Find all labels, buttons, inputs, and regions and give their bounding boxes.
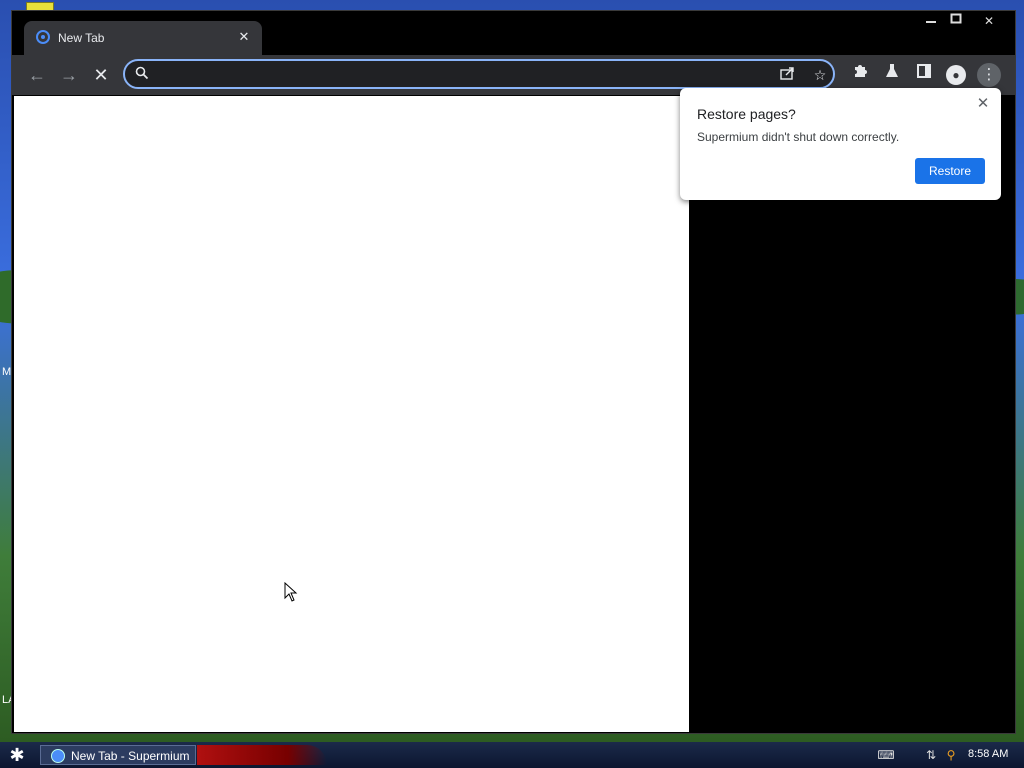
- mouse-cursor-icon: [284, 582, 298, 602]
- tab-title: New Tab: [58, 31, 105, 45]
- title-bar: New Tab ✕ ✕: [12, 11, 1015, 55]
- close-tab-icon[interactable]: ✕: [236, 29, 252, 45]
- side-panel-icon[interactable]: [912, 63, 936, 87]
- taskbar-item-label: New Tab - Supermium: [71, 749, 190, 763]
- taskbar-item-supermium[interactable]: New Tab - Supermium: [40, 745, 196, 765]
- back-icon[interactable]: ←: [25, 63, 49, 87]
- kebab-menu-icon[interactable]: ⋮: [977, 63, 1001, 87]
- supermium-icon: [51, 749, 65, 763]
- page-content[interactable]: [14, 96, 689, 732]
- taskbar-decoration: [197, 745, 327, 765]
- search-icon[interactable]: ⚲: [942, 746, 960, 764]
- restore-button[interactable]: Restore: [915, 158, 985, 184]
- clock[interactable]: 8:58 AM: [968, 748, 1008, 760]
- desktop-edge-label: M: [2, 366, 12, 378]
- popup-message: Supermium didn't shut down correctly.: [697, 130, 900, 144]
- popup-title: Restore pages?: [697, 106, 796, 122]
- start-star-icon[interactable]: ✱: [5, 744, 29, 766]
- maximize-icon[interactable]: [941, 11, 971, 31]
- share-icon[interactable]: [779, 66, 797, 84]
- flask-icon[interactable]: [880, 63, 904, 87]
- taskbar: ✱ New Tab - Supermium ⌨ ⇅ ⚲ 8:58 AM: [0, 742, 1024, 768]
- avatar-icon[interactable]: ●: [946, 65, 966, 85]
- restore-pages-popup: Restore pages? Supermium didn't shut dow…: [680, 88, 1001, 200]
- search-icon: [133, 66, 151, 84]
- star-icon[interactable]: ☆: [811, 66, 829, 84]
- keyboard-icon[interactable]: ⌨: [877, 746, 895, 764]
- stop-icon[interactable]: ✕: [89, 63, 113, 87]
- puzzle-icon[interactable]: [848, 63, 872, 87]
- tab-new-tab[interactable]: New Tab ✕: [24, 21, 262, 55]
- address-bar[interactable]: ☆: [123, 59, 835, 89]
- close-popup-icon[interactable]: ✕: [975, 96, 991, 112]
- supermium-icon: [36, 30, 50, 44]
- network-icon[interactable]: ⇅: [922, 746, 940, 764]
- close-icon[interactable]: ✕: [974, 11, 1004, 31]
- forward-icon[interactable]: →: [57, 63, 81, 87]
